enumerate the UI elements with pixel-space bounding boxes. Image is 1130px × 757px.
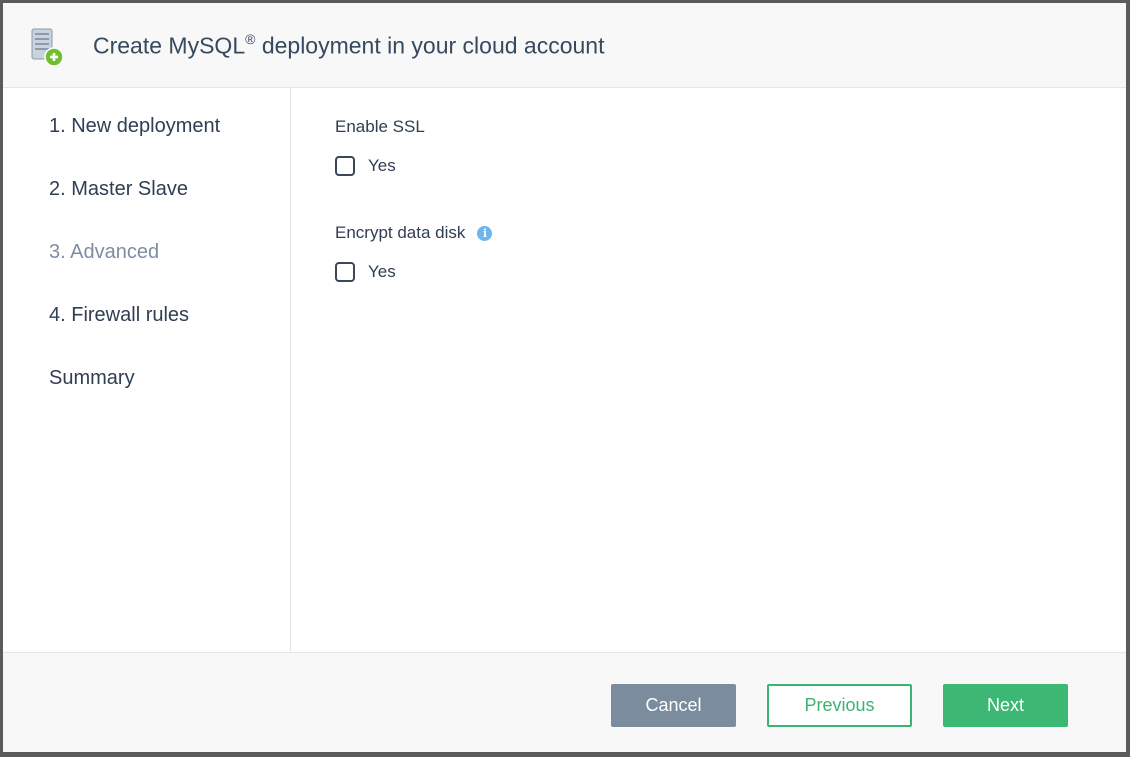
step-new-deployment[interactable]: 1. New deployment bbox=[49, 115, 220, 138]
enable-ssl-checkbox[interactable] bbox=[335, 156, 355, 176]
dialog-title-rest: deployment in your cloud account bbox=[255, 32, 605, 59]
enable-ssl-option[interactable]: Yes bbox=[335, 154, 396, 178]
previous-button[interactable]: Previous bbox=[767, 684, 912, 727]
dialog-title: Create MySQL® deployment in your cloud a… bbox=[93, 31, 605, 60]
enable-ssl-yes-label[interactable]: Yes bbox=[368, 156, 396, 176]
database-add-icon bbox=[29, 28, 67, 68]
encrypt-disk-option[interactable]: Yes bbox=[335, 260, 396, 284]
info-icon[interactable]: i bbox=[477, 226, 493, 241]
advanced-settings-panel: Enable SSL Yes Encrypt data disk i Yes bbox=[291, 88, 1126, 652]
next-button[interactable]: Next bbox=[943, 684, 1068, 727]
dialog-title-main: Create MySQL bbox=[93, 32, 246, 59]
dialog-header: Create MySQL® deployment in your cloud a… bbox=[3, 3, 1126, 88]
step-advanced[interactable]: 3. Advanced bbox=[49, 241, 159, 264]
create-deployment-dialog: Create MySQL® deployment in your cloud a… bbox=[3, 3, 1126, 752]
step-master-slave[interactable]: 2. Master Slave bbox=[49, 178, 188, 201]
step-firewall-rules[interactable]: 4. Firewall rules bbox=[49, 304, 189, 327]
dialog-footer: Cancel Previous Next bbox=[3, 652, 1126, 752]
cancel-button[interactable]: Cancel bbox=[611, 684, 736, 727]
encrypt-disk-label: Encrypt data disk bbox=[335, 223, 466, 242]
encrypt-disk-checkbox[interactable] bbox=[335, 262, 355, 282]
registered-mark: ® bbox=[245, 31, 256, 47]
encrypt-disk-yes-label[interactable]: Yes bbox=[368, 262, 396, 282]
encrypt-disk-label-row: Encrypt data disk i bbox=[335, 223, 493, 243]
wizard-steps: 1. New deployment 2. Master Slave 3. Adv… bbox=[3, 88, 291, 652]
step-summary[interactable]: Summary bbox=[49, 367, 135, 390]
enable-ssl-label: Enable SSL bbox=[335, 117, 425, 136]
